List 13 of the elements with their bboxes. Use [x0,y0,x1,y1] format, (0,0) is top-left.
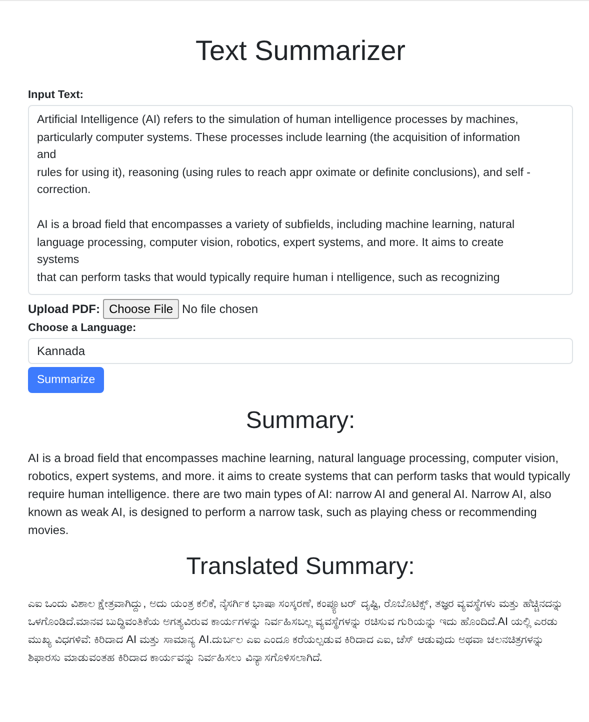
field-label: Upload PDF: [28,302,100,316]
choose-file-button[interactable]: Choose File [103,299,180,319]
field-label: Choose a Language: [28,322,136,334]
section-heading: Summary: [246,407,356,435]
summarize-button[interactable]: Summarize [28,367,104,393]
language-select[interactable]: Kannada [28,338,573,364]
input-text-field[interactable]: Artificial Intelligence (AI) refers to the simulation of human intelligence processes by machines, particularly computer systems. These processes include learning (the acquisition of information and rules for using it), reasoning (using rules to reach appr oximate or definite conclusions), and self - correction. AI is a broad field that encompasses a variety of subfields, including machine learning, natural language processing, computer vision, robotics, expert systems, and more. It aims to create systems that can perform tasks that would typically require human i ntelligence, such as recognizing [28,105,573,295]
field-label: Input Text: [28,89,84,101]
summary-text: AI is a broad field that encompasses machine learning, natural language processing, computer vision, robotics, expert systems, and more. it aims to create systems that can perform tasks that would typically require human intelligence. there are two main types of AI: narrow AI and general AI. Narrow AI, also known as weak AI, is designed to perform a narrow task, such as playing chess or recommending movies. [28,450,572,539]
section-heading: Translated Summary: [186,553,415,581]
page-title: Text Summarizer [195,35,406,67]
translated-summary-text: ಎಐ ಒಂದು ವಿಶಾಲ ಕ್ಷೇತ್ರವಾಗಿದ್ದು, ಅದು ಯಂತ್ರ ಕಲಿಕೆ, ನೈಸರ್ಗಿಕ ಭಾಷಾ ಸಂಸ್ಕರಣೆ, ಕಂಪ್ಯೂಟರ್ ದೃಷ್ಟಿ, ರೊಬೊಟಿಕ್ಸ್, ತಜ್ಞರ ವ್ಯವಸ್ಥೆಗಳು ಮತ್ತು ಹೆಚ್ಚಿನದನ್ನು ಒಳಗೊಂಡಿದೆ.ಮಾನವ ಬುದ್ಧಿವಂತಿಕೆಯ ಅಗತ್ಯವಿರುವ ಕಾರ್ಯಗಳನ್ನು ನಿರ್ವಹಿಸಬಲ್ಲ ವ್ಯವಸ್ಥೆಗಳನ್ನು ರಚಿಸುವ ಗುರಿಯನ್ನು ಇದು ಹೊಂದಿದೆ.AI ಯಲ್ಲಿ ಎರಡು ಮುಖ್ಯ ವಿಧಗಳಿವೆ: ಕಿರಿದಾದ AI ಮತ್ತು ಸಾಮಾನ್ಯ AI.ದುರ್ಬಲ ಎಐ ಎಂದೂ ಕರೆಯಲ್ಪಡುವ ಕಿರಿದಾದ ಎಐ, ಚೆಸ್ ಆಡುವುದು ಅಥವಾ ಚಲನಚಿತ್ರಗಳನ್ನು ಶಿಫಾರಸು ಮಾಡುವಂತಹ ಕಿರಿದಾದ ಕಾರ್ಯವನ್ನು ನಿರ್ವಹಿಸಲು ವಿನ್ಯಾಸಗೊಳಿಸಲಾಗಿದೆ. [28,597,564,667]
file-status: No file chosen [182,302,258,316]
